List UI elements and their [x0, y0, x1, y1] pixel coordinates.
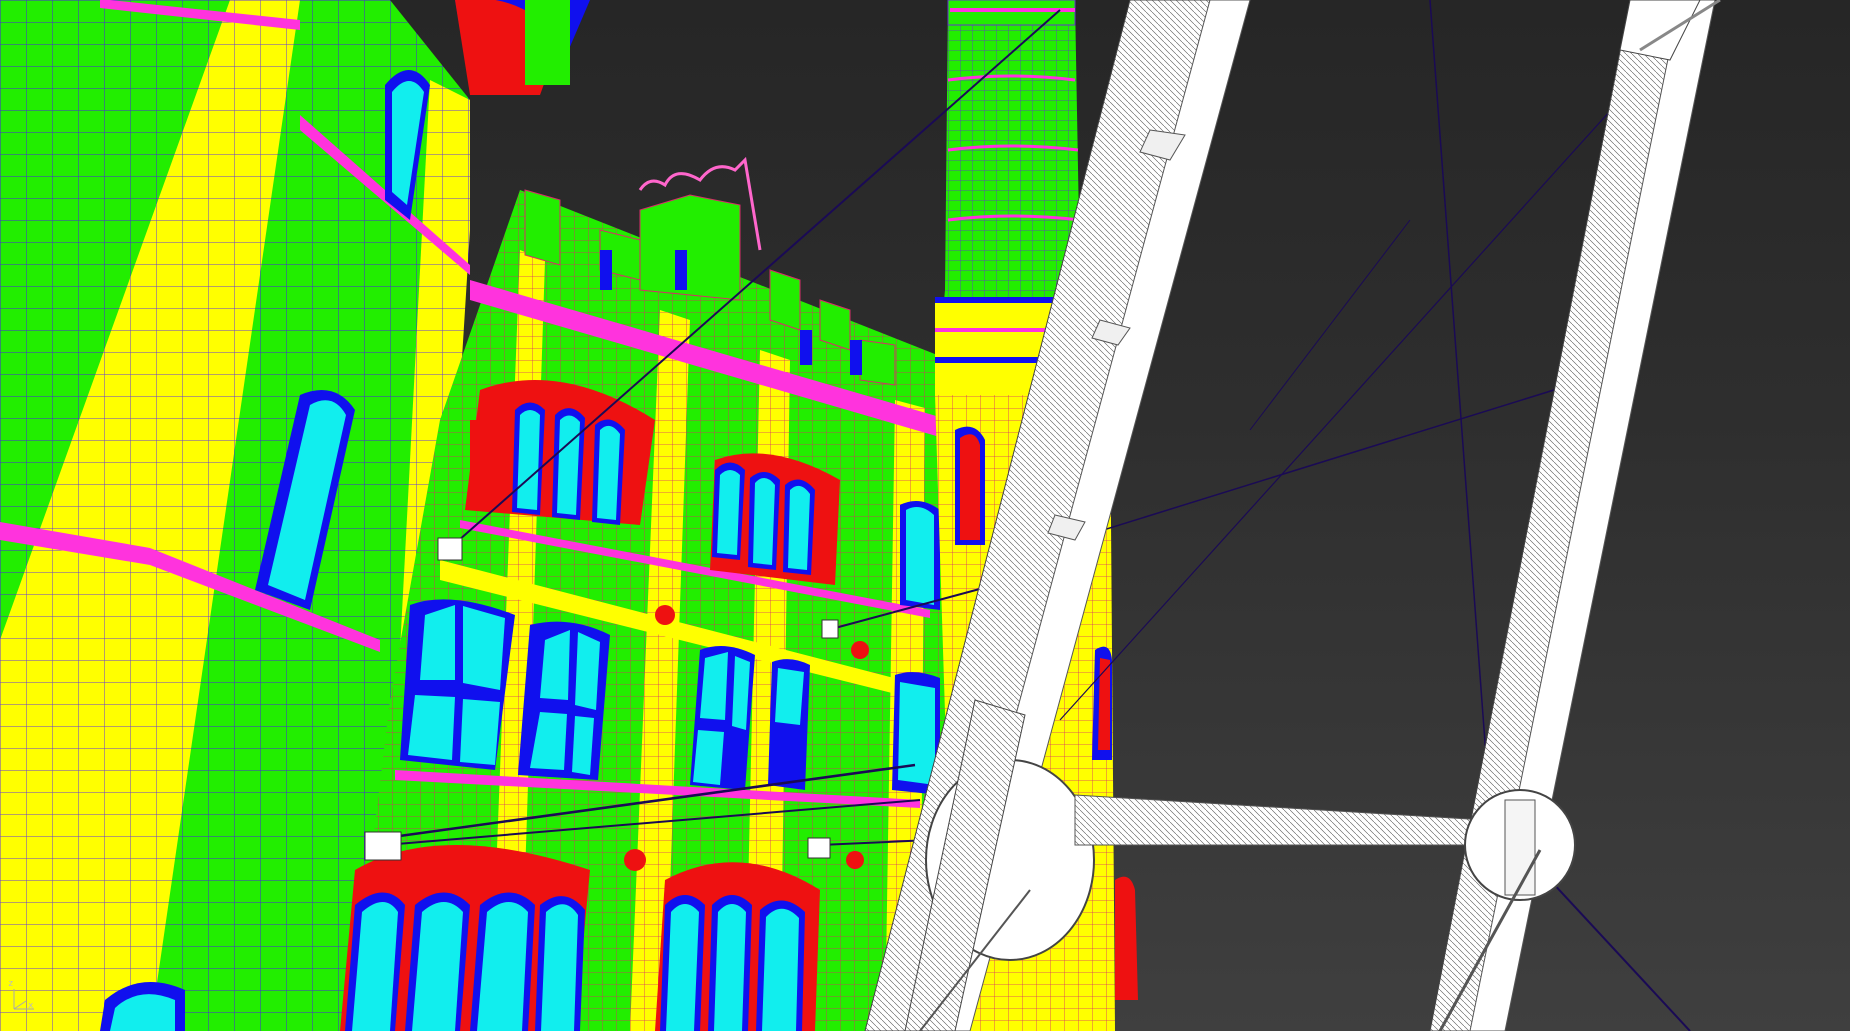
- axis-gizmo[interactable]: z x: [6, 979, 46, 1019]
- anchor-plate: [364, 831, 402, 861]
- window: [518, 621, 610, 780]
- window: [400, 599, 515, 770]
- anchor-plate: [437, 537, 463, 561]
- roundel: [851, 641, 869, 659]
- window-arch-group: [340, 845, 590, 1031]
- roundel: [655, 605, 675, 625]
- axis-x-label: x: [28, 1001, 34, 1011]
- roundel: [846, 851, 864, 869]
- axis-z-label: z: [8, 979, 14, 989]
- anchor-plate: [807, 837, 831, 859]
- roundel: [624, 849, 646, 871]
- window-arch-group: [655, 862, 820, 1031]
- wireframe-scene[interactable]: [0, 0, 1850, 1031]
- 3d-viewport[interactable]: z x: [0, 0, 1850, 1031]
- anchor-plate: [821, 619, 839, 639]
